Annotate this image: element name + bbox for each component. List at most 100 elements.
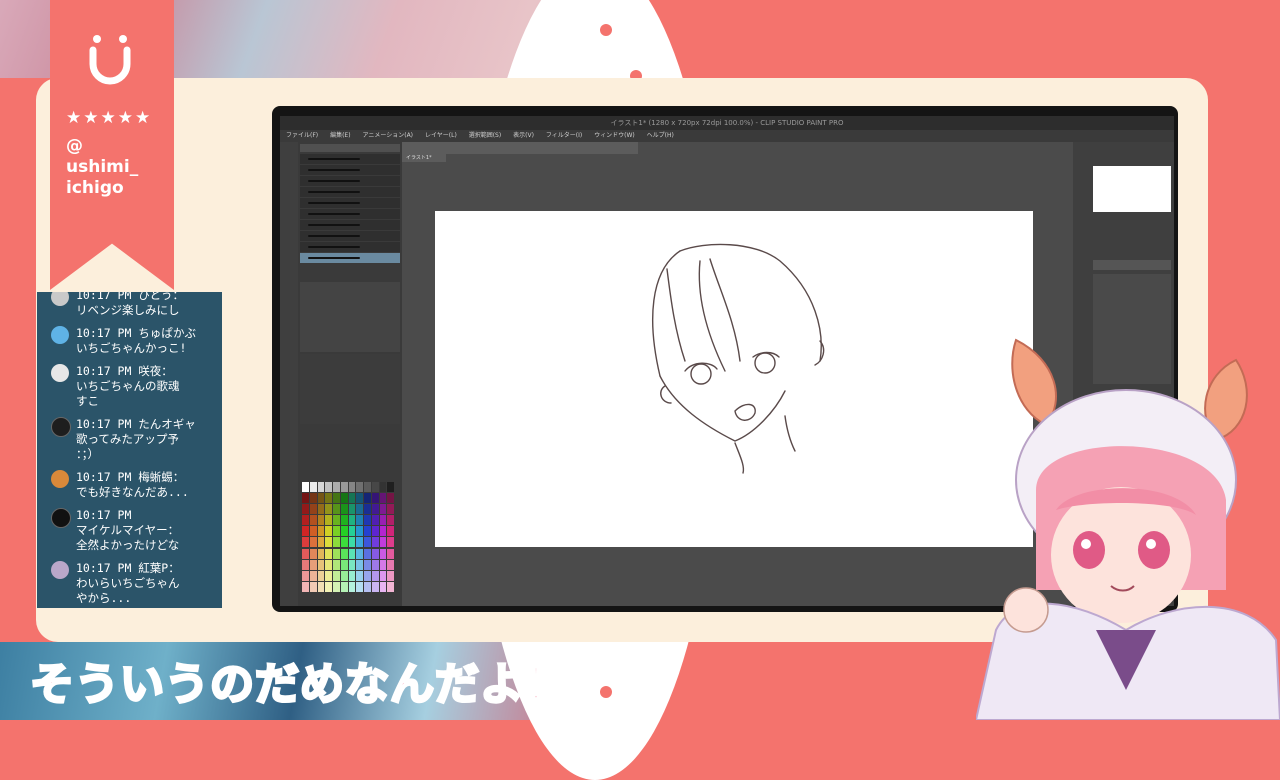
palette-swatch[interactable] (348, 548, 356, 559)
palette-swatch[interactable] (325, 537, 332, 548)
brush-item[interactable] (300, 176, 400, 186)
palette-swatch[interactable] (379, 548, 387, 559)
menu-item[interactable]: 選択範囲(S) (469, 132, 502, 139)
palette-swatch[interactable] (371, 559, 379, 570)
palette-swatch[interactable] (387, 581, 394, 592)
palette-swatch[interactable] (379, 515, 387, 526)
palette-swatch[interactable] (325, 482, 332, 492)
menu-item[interactable]: フィルター(I) (546, 132, 582, 139)
palette-swatch[interactable] (325, 581, 332, 592)
sub-tool-tabs[interactable] (300, 144, 400, 152)
palette-swatch[interactable] (340, 526, 348, 537)
palette-swatch[interactable] (371, 581, 379, 592)
canvas-tab[interactable]: イラスト1* (402, 154, 446, 162)
chat-panel[interactable]: 10:17 PM ひとう： リベンジ楽しみにし 10:17 PM ちゅぱかぶ い… (37, 292, 222, 608)
palette-swatch[interactable] (356, 570, 363, 581)
palette-swatch[interactable] (364, 559, 371, 570)
palette-swatch[interactable] (364, 537, 371, 548)
palette-swatch[interactable] (302, 570, 309, 581)
palette-swatch[interactable] (371, 537, 379, 548)
brush-item[interactable] (300, 165, 400, 175)
brush-item-selected[interactable] (300, 253, 400, 263)
palette-swatch[interactable] (309, 526, 317, 537)
palette-swatch[interactable] (333, 581, 340, 592)
palette-swatch[interactable] (325, 504, 332, 515)
palette-swatch[interactable] (302, 482, 309, 492)
palette-swatch[interactable] (348, 559, 356, 570)
palette-swatch[interactable] (317, 548, 325, 559)
palette-swatch[interactable] (309, 504, 317, 515)
palette-swatch[interactable] (333, 482, 340, 492)
palette-swatch[interactable] (340, 482, 348, 492)
palette-swatch[interactable] (348, 515, 356, 526)
palette-swatch[interactable] (302, 515, 309, 526)
palette-swatch[interactable] (371, 548, 379, 559)
palette-swatch[interactable] (309, 515, 317, 526)
palette-swatch[interactable] (333, 559, 340, 570)
palette-swatch[interactable] (387, 482, 394, 492)
palette-swatch[interactable] (348, 482, 356, 492)
brush-item[interactable] (300, 209, 400, 219)
palette-swatch[interactable] (317, 526, 325, 537)
brush-item[interactable] (300, 198, 400, 208)
palette-swatch[interactable] (317, 482, 325, 492)
palette-swatch[interactable] (356, 493, 363, 504)
command-bar[interactable] (398, 142, 638, 154)
palette-swatch[interactable] (302, 581, 309, 592)
menu-item[interactable]: 編集(E) (330, 132, 350, 139)
palette-swatch[interactable] (309, 559, 317, 570)
palette-swatch[interactable] (387, 504, 394, 515)
palette-swatch[interactable] (325, 570, 332, 581)
palette-swatch[interactable] (333, 537, 340, 548)
menu-item[interactable]: ヘルプ(H) (647, 132, 674, 139)
palette-swatch[interactable] (317, 504, 325, 515)
palette-swatch[interactable] (302, 526, 309, 537)
drawing-canvas[interactable] (435, 211, 1033, 547)
palette-swatch[interactable] (302, 537, 309, 548)
palette-swatch[interactable] (340, 515, 348, 526)
palette-swatch[interactable] (348, 581, 356, 592)
palette-swatch[interactable] (309, 482, 317, 492)
palette-swatch[interactable] (317, 493, 325, 504)
palette-swatch[interactable] (379, 570, 387, 581)
palette-swatch[interactable] (340, 537, 348, 548)
palette-swatch[interactable] (309, 548, 317, 559)
palette-swatch[interactable] (317, 537, 325, 548)
brush-item[interactable] (300, 231, 400, 241)
palette-swatch[interactable] (356, 537, 363, 548)
palette-swatch[interactable] (333, 570, 340, 581)
palette-swatch[interactable] (387, 537, 394, 548)
palette-swatch[interactable] (333, 548, 340, 559)
palette-swatch[interactable] (387, 526, 394, 537)
palette-swatch[interactable] (356, 526, 363, 537)
app-menu-bar[interactable]: ファイル(F) 編集(E) アニメーション(A) レイヤー(L) 選択範囲(S)… (280, 130, 1174, 142)
palette-swatch[interactable] (309, 493, 317, 504)
palette-swatch[interactable] (364, 526, 371, 537)
palette-swatch[interactable] (371, 504, 379, 515)
palette-swatch[interactable] (356, 504, 363, 515)
palette-swatch[interactable] (317, 559, 325, 570)
brush-item[interactable] (300, 187, 400, 197)
palette-swatch[interactable] (309, 537, 317, 548)
palette-swatch[interactable] (309, 581, 317, 592)
palette-swatch[interactable] (348, 537, 356, 548)
palette-swatch[interactable] (340, 581, 348, 592)
palette-swatch[interactable] (333, 504, 340, 515)
palette-swatch[interactable] (333, 515, 340, 526)
palette-swatch[interactable] (317, 581, 325, 592)
palette-swatch[interactable] (379, 559, 387, 570)
palette-swatch[interactable] (387, 548, 394, 559)
palette-swatch[interactable] (379, 493, 387, 504)
palette-swatch[interactable] (302, 548, 309, 559)
palette-swatch[interactable] (364, 581, 371, 592)
palette-swatch[interactable] (340, 504, 348, 515)
palette-swatch[interactable] (348, 493, 356, 504)
palette-swatch[interactable] (302, 504, 309, 515)
palette-swatch[interactable] (325, 515, 332, 526)
palette-swatch[interactable] (364, 482, 371, 492)
palette-swatch[interactable] (325, 526, 332, 537)
palette-swatch[interactable] (356, 559, 363, 570)
palette-swatch[interactable] (371, 493, 379, 504)
palette-swatch[interactable] (371, 526, 379, 537)
tool-property-panel[interactable] (300, 282, 400, 352)
